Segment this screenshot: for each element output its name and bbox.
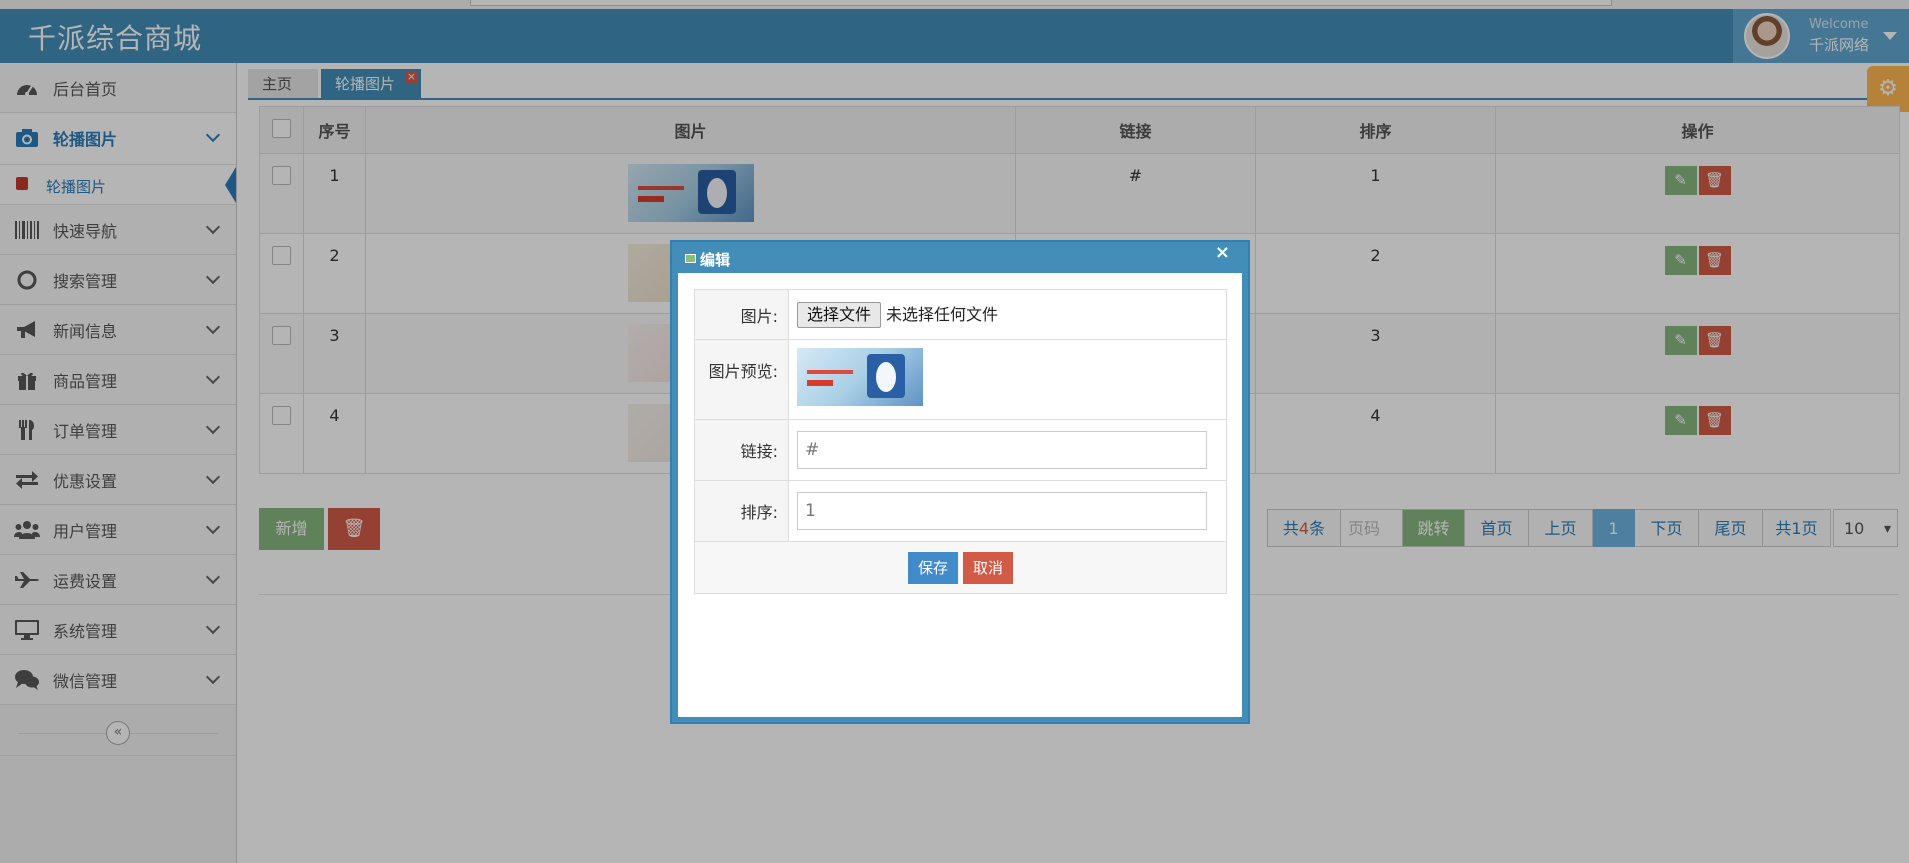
sort-input[interactable]: 1 xyxy=(797,492,1207,530)
link-label: 链接: xyxy=(694,419,789,481)
link-input[interactable]: # xyxy=(797,431,1207,469)
cancel-button[interactable]: 取消 xyxy=(963,551,1013,584)
form-row-preview: 图片预览: xyxy=(694,339,1227,420)
form-row-image: 图片: 选择文件 未选择任何文件 xyxy=(694,289,1227,340)
form-row-link: 链接: # xyxy=(694,419,1227,481)
choose-file-button[interactable]: 选择文件 xyxy=(797,302,881,328)
close-icon[interactable]: × xyxy=(1215,242,1230,263)
edit-dialog: 编辑 × 图片: 选择文件 未选择任何文件 图片预览: 链接: # 排序: 1 保… xyxy=(670,240,1250,724)
form-row-buttons: 保存 取消 xyxy=(694,541,1227,594)
window-icon xyxy=(685,254,696,263)
save-button[interactable]: 保存 xyxy=(908,551,958,584)
image-label: 图片: xyxy=(694,289,789,340)
sort-label: 排序: xyxy=(694,480,789,542)
file-status: 未选择任何文件 xyxy=(886,305,999,324)
form-row-sort: 排序: 1 xyxy=(694,480,1227,542)
edit-form: 图片: 选择文件 未选择任何文件 图片预览: 链接: # 排序: 1 保存 取消 xyxy=(694,289,1227,594)
dialog-title: 编辑 xyxy=(700,251,731,269)
preview-label: 图片预览: xyxy=(694,339,789,420)
image-preview xyxy=(797,347,923,406)
dialog-body: 图片: 选择文件 未选择任何文件 图片预览: 链接: # 排序: 1 保存 取消 xyxy=(678,273,1242,717)
